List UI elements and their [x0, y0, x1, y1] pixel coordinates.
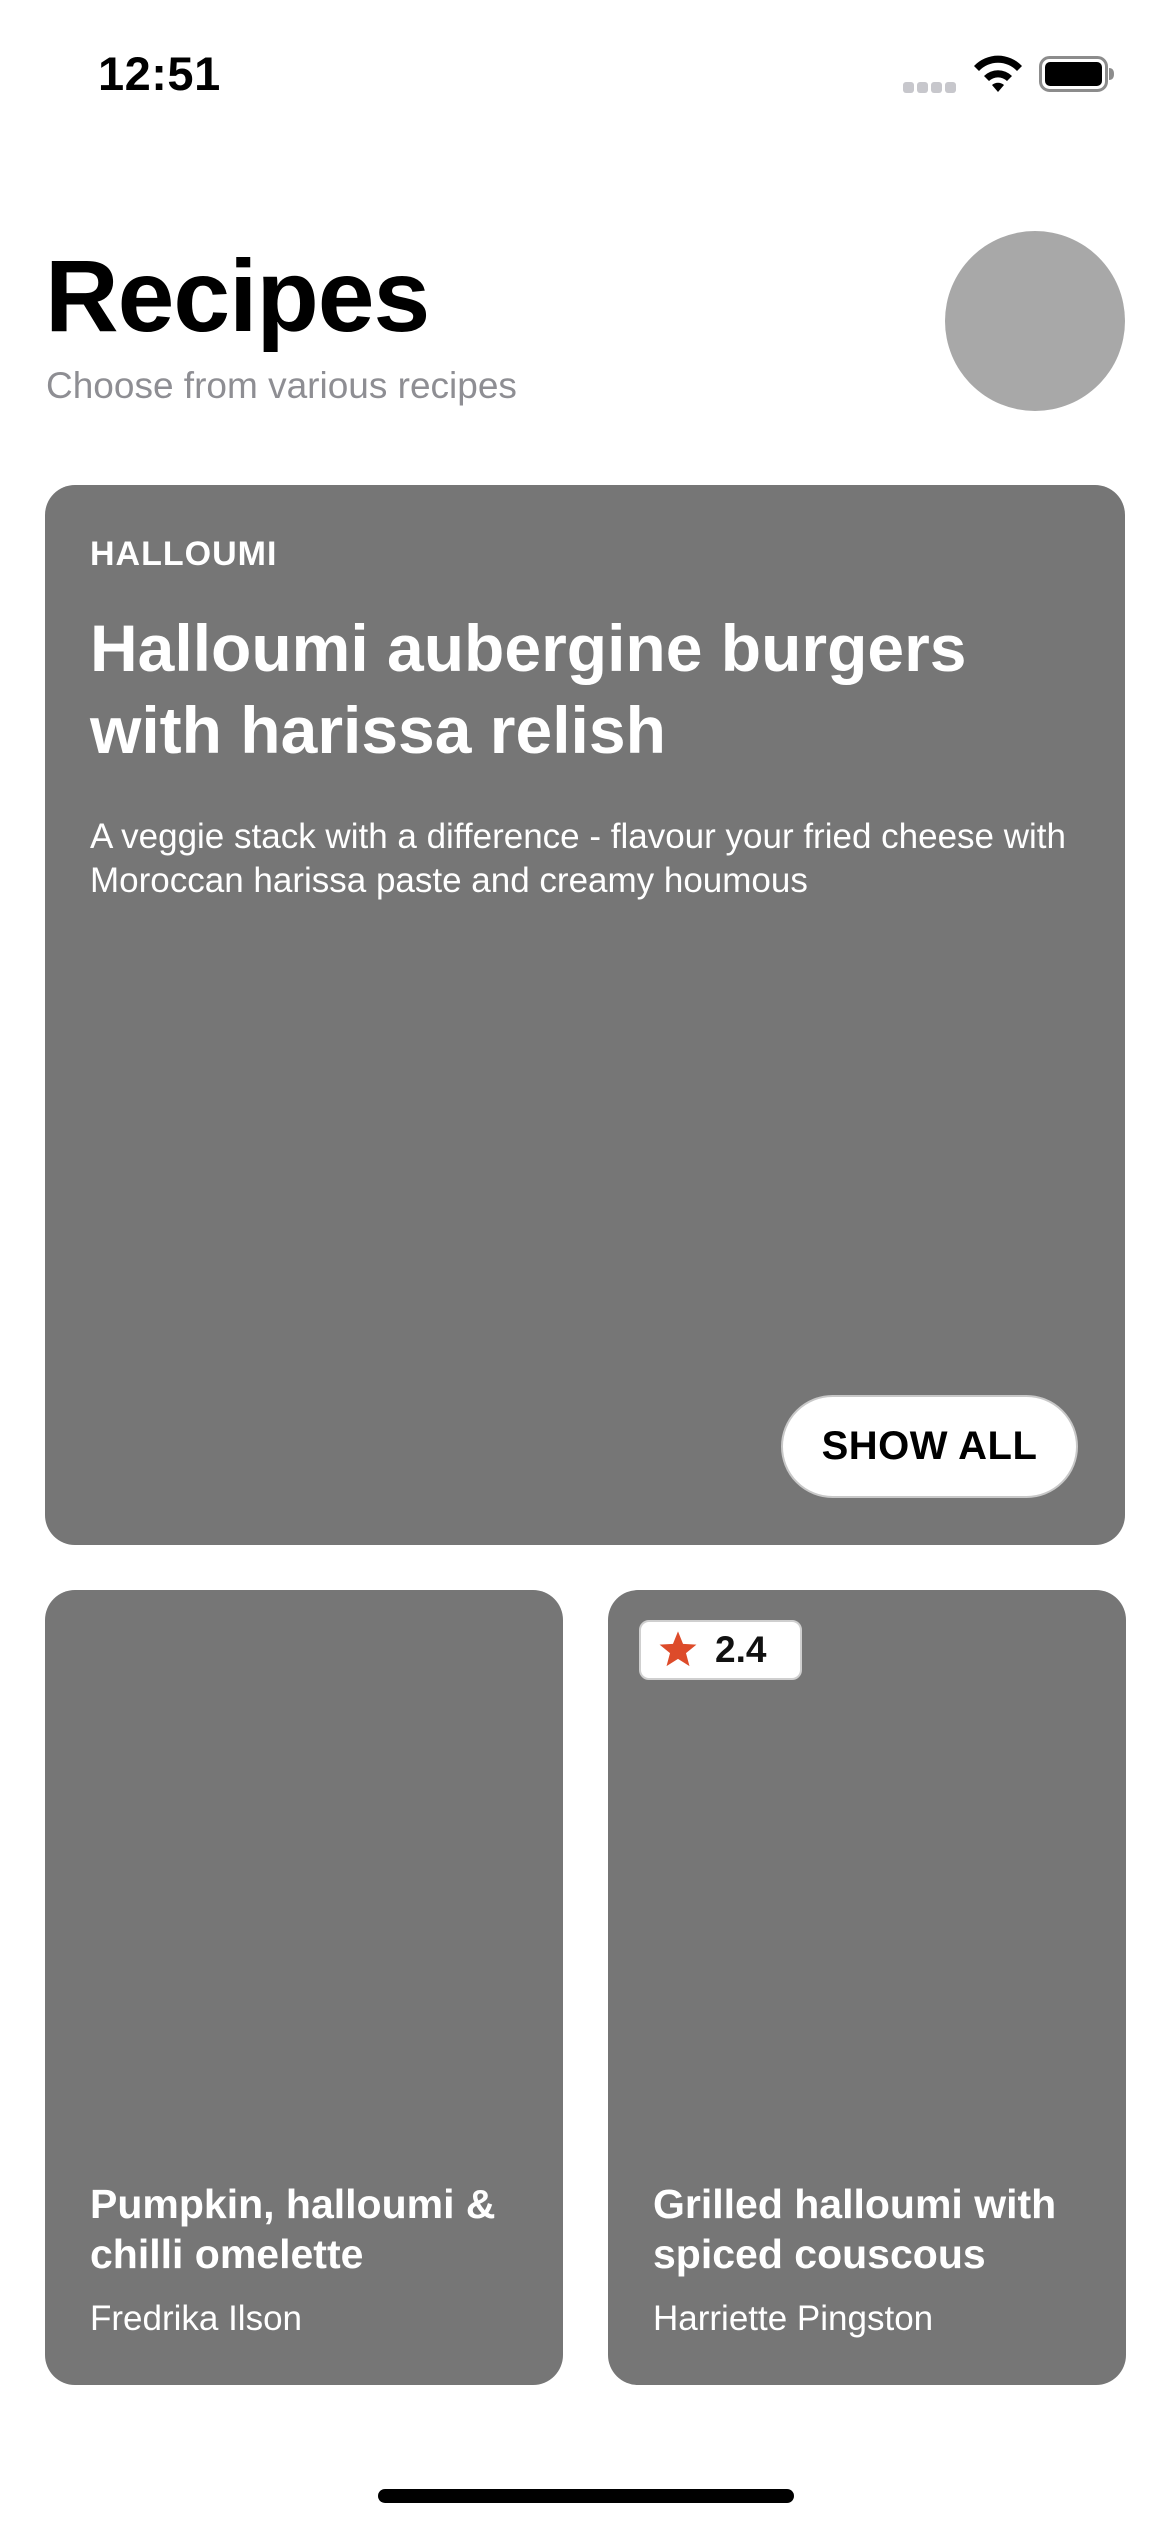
status-time: 12:51: [98, 47, 221, 100]
rating-badge: 2.4: [639, 1620, 802, 1680]
wifi-icon: [974, 55, 1022, 92]
show-all-button[interactable]: SHOW ALL: [781, 1395, 1078, 1498]
status-bar: 12:51: [0, 0, 1170, 150]
featured-recipe-card[interactable]: HALLOUMI Halloumi aubergine burgers with…: [45, 485, 1125, 1545]
battery-icon: [1039, 56, 1114, 92]
featured-description: A veggie stack with a difference - flavo…: [90, 817, 1066, 900]
page-subtitle: Choose from various recipes: [46, 365, 517, 406]
page-title: Recipes: [45, 239, 430, 353]
recipe-title: Grilled halloumi with spiced couscous: [653, 2181, 1057, 2277]
recipe-title: Pumpkin, halloumi & chilli omelette: [90, 2181, 496, 2277]
recipe-card[interactable]: 2.4 Grilled halloumi with spiced couscou…: [608, 1590, 1126, 2385]
signal-dots-icon: [903, 82, 958, 94]
avatar[interactable]: [945, 231, 1125, 411]
rating-value: 2.4: [715, 1629, 767, 1670]
recipe-card[interactable]: Pumpkin, halloumi & chilli omelette Fred…: [45, 1590, 563, 2385]
featured-category: HALLOUMI: [90, 535, 278, 573]
featured-title: Halloumi aubergine burgers with harissa …: [90, 611, 967, 767]
recipe-author: Harriette Pingston: [653, 2299, 934, 2338]
star-icon: [659, 1631, 697, 1667]
recipe-author: Fredrika Ilson: [90, 2299, 303, 2338]
home-indicator[interactable]: [378, 2489, 794, 2503]
